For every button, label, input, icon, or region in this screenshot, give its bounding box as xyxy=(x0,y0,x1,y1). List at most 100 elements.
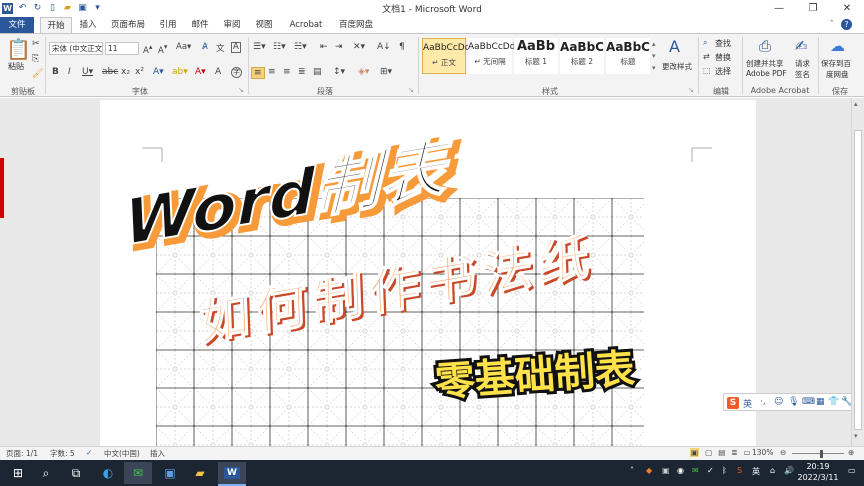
zoom-out-icon[interactable]: ⊖ xyxy=(780,448,786,457)
taskbar-time[interactable]: 20:19 xyxy=(798,462,838,471)
scroll-down-icon[interactable]: ▾ xyxy=(854,432,858,440)
line-spacing-icon[interactable]: ↕▾ xyxy=(333,67,345,77)
font-name-select[interactable]: 宋体 (中文正文) xyxy=(49,42,103,55)
style-heading2[interactable]: AaBbC 标题 2 xyxy=(560,38,604,74)
zoom-slider[interactable] xyxy=(792,453,844,454)
save-baidu-line1[interactable]: 保存到百 xyxy=(821,58,851,69)
photos-icon[interactable]: ▣ xyxy=(156,462,184,484)
zoom-slider-thumb[interactable] xyxy=(820,450,823,458)
tab-references[interactable]: 引用 xyxy=(156,17,180,33)
char-border-icon[interactable]: A xyxy=(231,42,241,53)
enclose-char-icon[interactable]: 字 xyxy=(231,67,242,78)
collapse-ribbon-icon[interactable]: ˆ xyxy=(830,20,835,30)
tab-file[interactable]: 文件 xyxy=(0,17,34,33)
paste-icon[interactable]: 📋 xyxy=(6,37,31,61)
numbering-icon[interactable]: ☷▾ xyxy=(273,42,286,52)
bullets-icon[interactable]: ☰▾ xyxy=(253,42,266,52)
restore-icon[interactable]: ❐ xyxy=(796,0,830,17)
font-size-select[interactable]: 11 xyxy=(105,42,139,55)
word-count[interactable]: 字数: 5 xyxy=(50,448,75,459)
style-title[interactable]: AaBbC 标题 xyxy=(606,38,650,74)
request-signature-icon[interactable]: ✍ xyxy=(795,37,808,55)
scroll-up-icon[interactable]: ▴ xyxy=(854,100,858,108)
tab-page-layout[interactable]: 页面布局 xyxy=(108,17,148,33)
shading-icon[interactable]: ◈▾ xyxy=(358,67,369,77)
bold-icon[interactable]: B xyxy=(52,67,59,77)
save-baidu-line2[interactable]: 度网盘 xyxy=(826,69,849,80)
tray-bluetooth-icon[interactable]: ᛒ xyxy=(722,466,727,475)
copy-icon[interactable]: ⎘ xyxy=(32,54,39,64)
change-case-icon[interactable]: Aa▾ xyxy=(176,42,191,52)
distributed-icon[interactable]: ▤ xyxy=(313,67,322,77)
draft-icon[interactable]: ▭ xyxy=(744,448,751,457)
format-painter-icon[interactable]: 🖌 xyxy=(32,69,43,79)
windows-start-icon[interactable]: ⊞ xyxy=(4,462,32,484)
print-layout-icon[interactable]: ▣ xyxy=(690,448,700,457)
phonetic-icon[interactable]: 文 xyxy=(216,42,225,54)
style-heading1[interactable]: AaBb 标题 1 xyxy=(514,38,558,74)
page-count[interactable]: 页面: 1/1 xyxy=(6,448,38,459)
sort-icon[interactable]: A↓ xyxy=(377,42,391,52)
tray-wechat-icon[interactable]: ✉ xyxy=(692,466,699,475)
highlight-icon[interactable]: ab▾ xyxy=(172,67,188,77)
keyboard-icon[interactable]: ⌨ xyxy=(802,397,815,407)
shrink-font-icon[interactable]: A▾ xyxy=(158,42,167,56)
taskbar-date[interactable]: 2022/3/11 xyxy=(790,473,846,482)
strikethrough-icon[interactable]: abc xyxy=(102,67,118,77)
style-gallery-scroll-icon[interactable]: ▴ ▾ ▾ xyxy=(652,38,656,74)
edge-icon[interactable]: ◐ xyxy=(94,462,122,484)
text-effects-icon[interactable]: A▾ xyxy=(153,67,164,77)
search-icon[interactable]: ⌕ xyxy=(32,462,60,484)
font-color-icon[interactable]: A▾ xyxy=(195,67,206,77)
replace-button[interactable]: 替换 xyxy=(715,52,731,63)
select-icon[interactable]: ⬚ xyxy=(703,66,711,75)
tab-acrobat[interactable]: Acrobat xyxy=(284,17,328,33)
find-button[interactable]: 查找 xyxy=(715,38,731,49)
insert-mode[interactable]: 插入 xyxy=(150,448,165,459)
tab-review[interactable]: 审阅 xyxy=(220,17,244,33)
zoom-level[interactable]: 130% xyxy=(752,448,773,457)
style-no-spacing[interactable]: AaBbCcDd ↵ 无间隔 xyxy=(468,38,515,74)
tray-network-icon[interactable]: ⌂ xyxy=(770,466,775,475)
style-normal[interactable]: AaBbCcDd ↵ 正文 xyxy=(422,38,470,74)
superscript-icon[interactable]: x² xyxy=(135,67,144,77)
voice-icon[interactable]: 🎙 xyxy=(788,397,799,407)
grow-font-icon[interactable]: A▴ xyxy=(143,42,152,56)
subscript-icon[interactable]: x₂ xyxy=(121,67,130,77)
tab-mailings[interactable]: 邮件 xyxy=(188,17,212,33)
web-layout-icon[interactable]: ▤ xyxy=(718,448,725,457)
vertical-scrollbar[interactable]: ▴ ▾ xyxy=(851,98,864,446)
italic-icon[interactable]: I xyxy=(68,67,71,77)
proofing-icon[interactable]: ✓ xyxy=(86,448,92,457)
multilevel-list-icon[interactable]: ☵▾ xyxy=(294,42,307,52)
request-signature-line1[interactable]: 请求 xyxy=(795,58,810,69)
create-pdf-button-line2[interactable]: Adobe PDF xyxy=(746,69,787,78)
read-mode-icon[interactable]: ▢ xyxy=(705,448,712,457)
task-view-icon[interactable]: ⧉ xyxy=(62,462,90,484)
skin-icon[interactable]: 👕 xyxy=(828,397,839,407)
borders-icon[interactable]: ⊞▾ xyxy=(380,67,392,77)
chinese-layout-icon[interactable]: ✕▾ xyxy=(353,42,365,52)
replace-icon[interactable]: ⇄ xyxy=(703,52,710,61)
tray-expand-icon[interactable]: ˄ xyxy=(630,466,634,475)
outline-icon[interactable]: ≣ xyxy=(731,448,737,457)
show-marks-icon[interactable]: ¶ xyxy=(399,42,405,52)
tab-home[interactable]: 开始 xyxy=(40,17,72,33)
paste-button[interactable]: 粘贴 xyxy=(8,61,24,72)
notification-icon[interactable]: ▭ xyxy=(848,466,856,475)
word-taskbar-icon[interactable]: W xyxy=(218,462,246,484)
select-button[interactable]: 选择 xyxy=(715,66,731,77)
styles-dialog-launcher-icon[interactable]: ↘ xyxy=(688,86,694,94)
baidu-cloud-icon[interactable]: ☁ xyxy=(830,37,845,55)
ime-language-toggle[interactable]: 英 xyxy=(743,397,752,410)
punctuation-icon[interactable]: ·, xyxy=(760,397,766,407)
toolbox-icon[interactable]: ▦ xyxy=(816,397,825,407)
tray-app3-icon[interactable]: ◉ xyxy=(677,466,684,475)
change-styles-icon[interactable]: A xyxy=(669,37,680,56)
tray-ime-indicator[interactable]: 英 xyxy=(752,466,760,477)
align-right-icon[interactable]: ≡ xyxy=(283,67,291,77)
zoom-in-icon[interactable]: ⊕ xyxy=(848,448,854,457)
file-explorer-icon[interactable]: ▰ xyxy=(186,462,214,484)
cut-icon[interactable]: ✂ xyxy=(32,39,40,49)
request-signature-line2[interactable]: 签名 xyxy=(795,69,810,80)
